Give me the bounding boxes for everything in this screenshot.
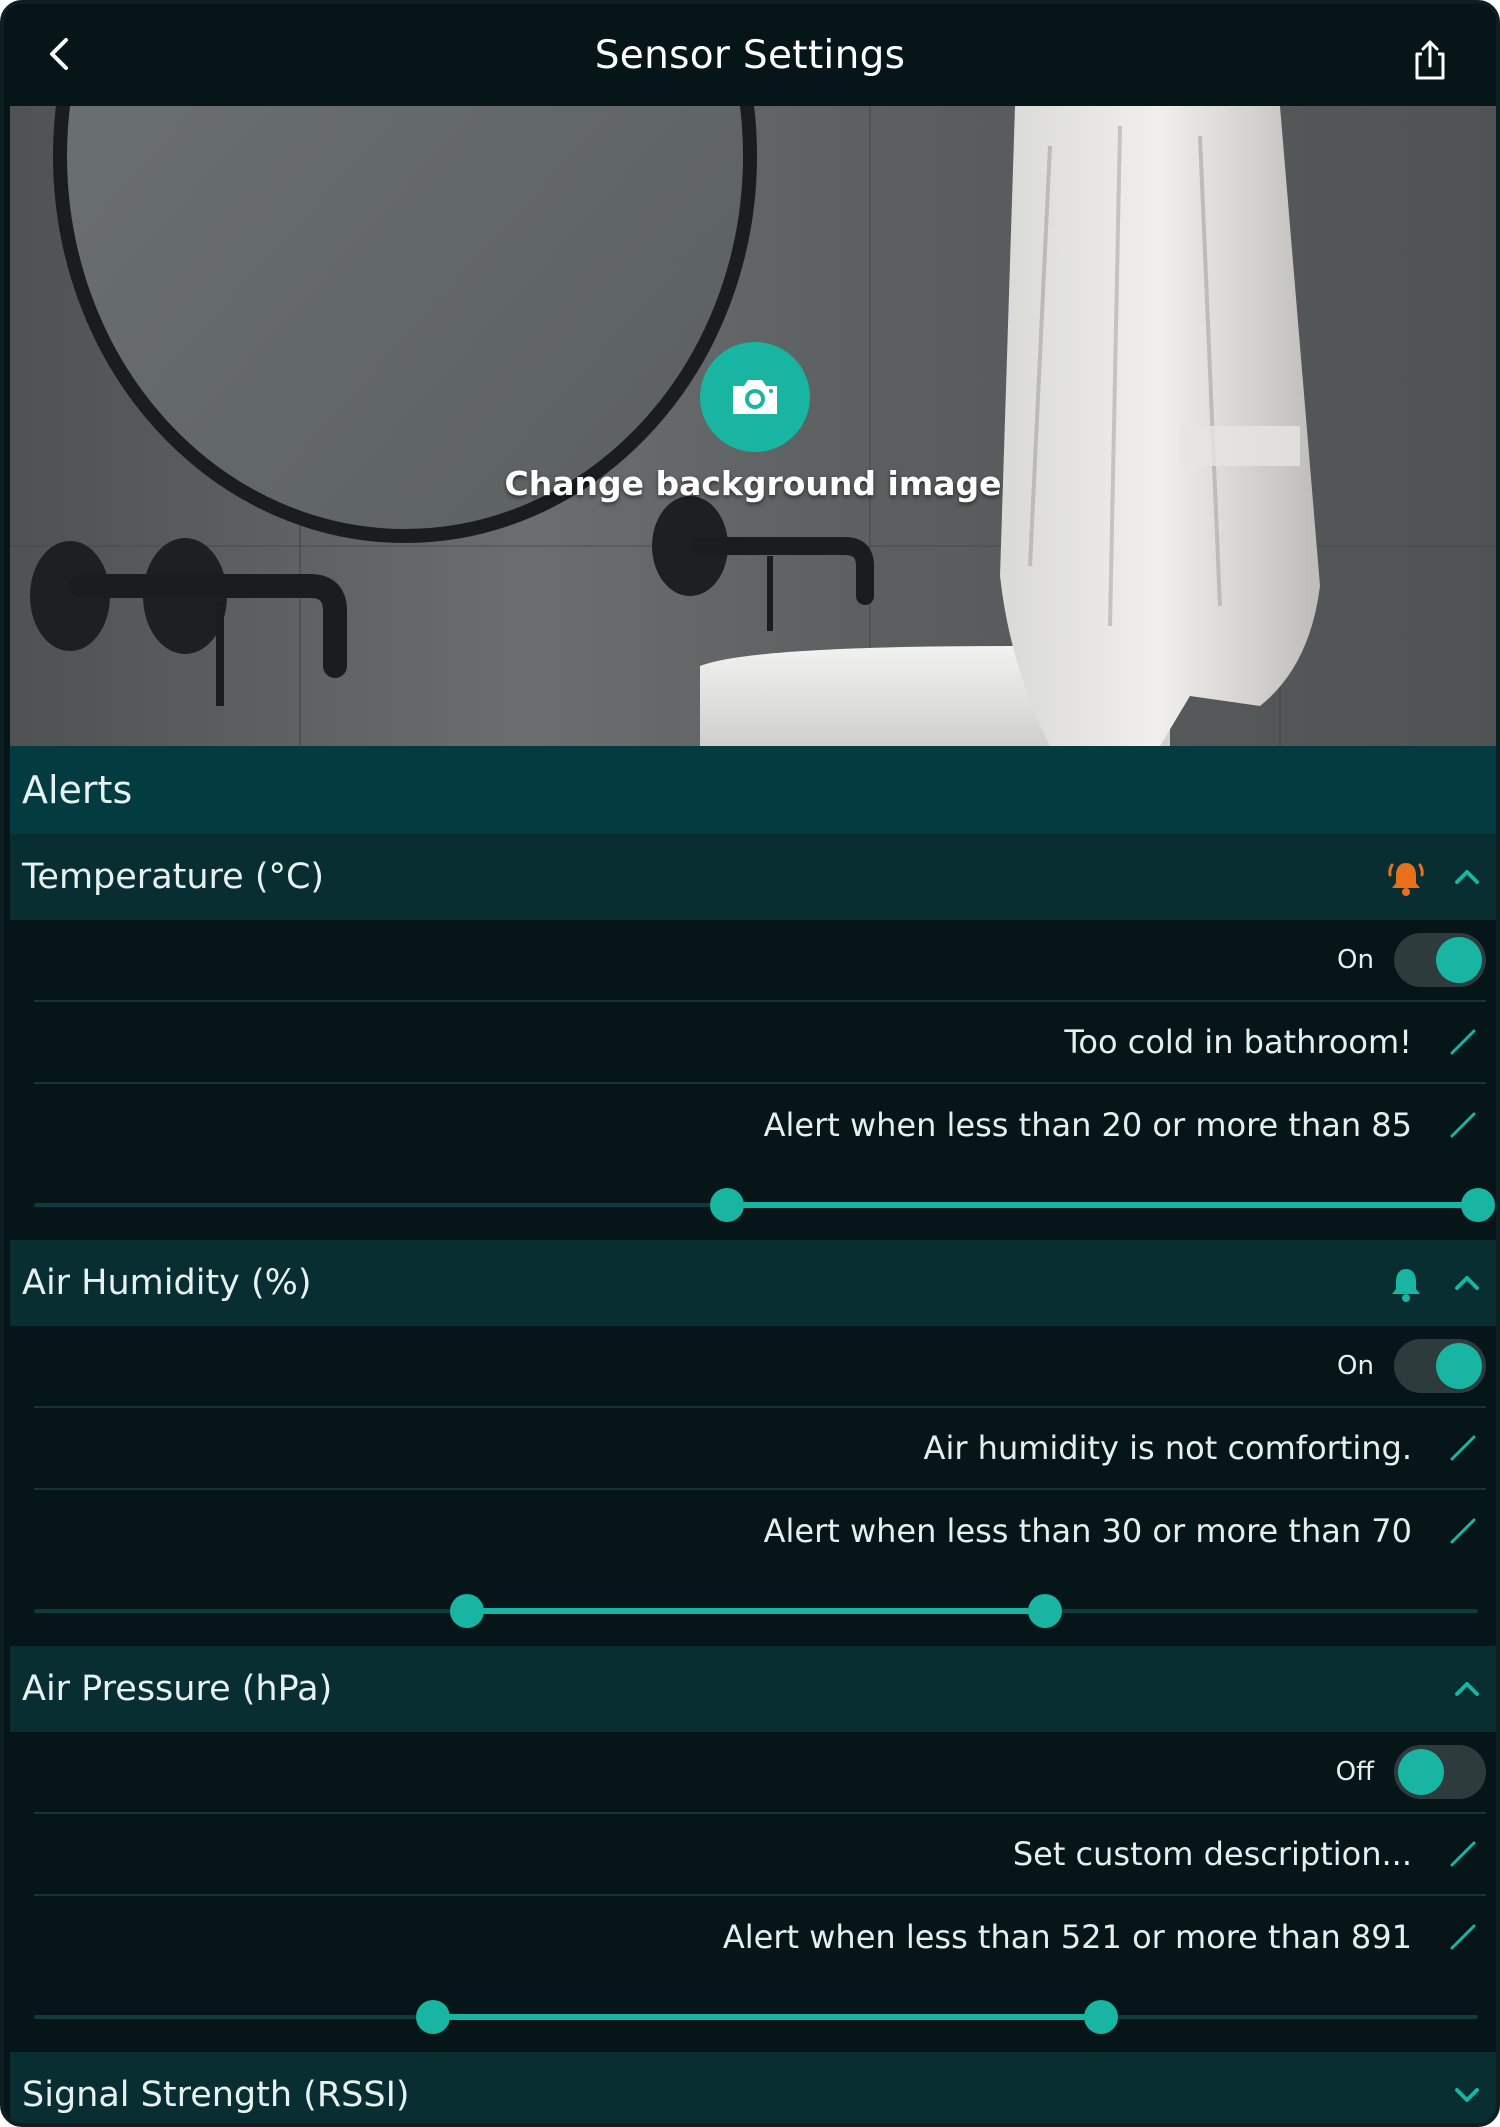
section-body-humidity: On Air humidity is not comforting. Alert… [10, 1326, 1496, 1646]
alerts-header: Alerts [10, 746, 1496, 834]
edit-icon[interactable] [1446, 1514, 1480, 1548]
toggle-label: On [1337, 1351, 1374, 1381]
chevron-left-icon[interactable] [40, 34, 80, 74]
slider-thumb-min[interactable] [450, 1594, 485, 1628]
alert-toggle[interactable] [1394, 1745, 1486, 1799]
slider-thumb-max[interactable] [1461, 1188, 1495, 1222]
toggle-row: On [34, 1326, 1486, 1408]
edit-icon[interactable] [1446, 1431, 1480, 1465]
slider-thumb-min[interactable] [415, 2000, 450, 2034]
section-title: Air Pressure (hPa) [22, 1669, 333, 1709]
slider-thumb-min[interactable] [710, 1188, 745, 1222]
range-slider[interactable] [34, 1997, 1478, 2037]
range-slider[interactable] [34, 1185, 1495, 1225]
chevron-up-icon[interactable] [1450, 1672, 1484, 1706]
alert-range-text[interactable]: Alert when less than 30 or more than 70 [764, 1512, 1412, 1550]
toggle-row: On [34, 920, 1486, 1002]
change-background-label[interactable]: Change background image [10, 464, 1496, 503]
bell-ringing-icon[interactable] [1386, 857, 1426, 897]
description-row[interactable]: Air humidity is not comforting. [34, 1408, 1486, 1490]
edit-icon[interactable] [1446, 1025, 1480, 1059]
section-header-icons [1386, 834, 1484, 920]
section-body-pressure: Off Set custom description... Alert when… [10, 1732, 1496, 2052]
range-slider[interactable] [34, 1591, 1478, 1631]
range-row[interactable]: Alert when less than 521 or more than 89… [34, 1896, 1486, 1978]
slider-fill [727, 1202, 1478, 1208]
toggle-knob [1436, 1343, 1482, 1389]
edit-icon[interactable] [1446, 1837, 1480, 1871]
chevron-down-icon[interactable] [1450, 2078, 1484, 2112]
sensor-settings-screen: Sensor Settings Change background image … [0, 0, 1500, 2127]
bell-icon[interactable] [1386, 1263, 1426, 1303]
description-row[interactable]: Too cold in bathroom! [34, 1002, 1486, 1084]
alert-description[interactable]: Set custom description... [1013, 1835, 1412, 1873]
slider-thumb-max[interactable] [1084, 2000, 1119, 2034]
description-row[interactable]: Set custom description... [34, 1814, 1486, 1896]
toggle-row: Off [34, 1732, 1486, 1814]
range-row[interactable]: Alert when less than 30 or more than 70 [34, 1490, 1486, 1572]
toggle-knob [1436, 937, 1482, 983]
slider-fill [432, 2014, 1102, 2020]
background-image: Change background image [10, 106, 1496, 746]
alert-description[interactable]: Too cold in bathroom! [1064, 1023, 1412, 1061]
section-body-temperature: On Too cold in bathroom! Alert when less… [10, 920, 1496, 1240]
section-header-temperature[interactable]: Temperature (°C) [10, 834, 1496, 920]
nav-bar: Sensor Settings [4, 4, 1496, 106]
toggle-label: Off [1335, 1757, 1374, 1787]
alert-description[interactable]: Air humidity is not comforting. [924, 1429, 1412, 1467]
toggle-knob [1398, 1749, 1444, 1795]
camera-icon [733, 380, 777, 414]
page-title: Sensor Settings [594, 32, 906, 78]
range-row[interactable]: Alert when less than 20 or more than 85 [34, 1084, 1486, 1166]
chevron-up-icon[interactable] [1450, 860, 1484, 894]
alert-toggle[interactable] [1394, 1339, 1486, 1393]
edit-icon[interactable] [1446, 1108, 1480, 1142]
section-header-icons [1450, 2052, 1484, 2123]
share-icon[interactable] [1410, 38, 1450, 82]
section-title: Temperature (°C) [22, 857, 325, 897]
section-header-icons [1450, 1646, 1484, 1732]
toggle-label: On [1337, 945, 1374, 975]
edit-icon[interactable] [1446, 1920, 1480, 1954]
section-header-signal-strength[interactable]: Signal Strength (RSSI) [10, 2052, 1496, 2123]
slider-fill [467, 1608, 1045, 1614]
alert-range-text[interactable]: Alert when less than 521 or more than 89… [723, 1918, 1412, 1956]
section-title: Signal Strength (RSSI) [22, 2075, 410, 2115]
section-header-pressure[interactable]: Air Pressure (hPa) [10, 1646, 1496, 1732]
section-title: Air Humidity (%) [22, 1263, 312, 1303]
chevron-up-icon[interactable] [1450, 1266, 1484, 1300]
section-header-humidity[interactable]: Air Humidity (%) [10, 1240, 1496, 1326]
slider-thumb-max[interactable] [1027, 1594, 1062, 1628]
alert-toggle[interactable] [1394, 933, 1486, 987]
alert-range-text[interactable]: Alert when less than 20 or more than 85 [764, 1106, 1412, 1144]
change-background-button[interactable] [700, 342, 810, 452]
section-header-icons [1386, 1240, 1484, 1326]
